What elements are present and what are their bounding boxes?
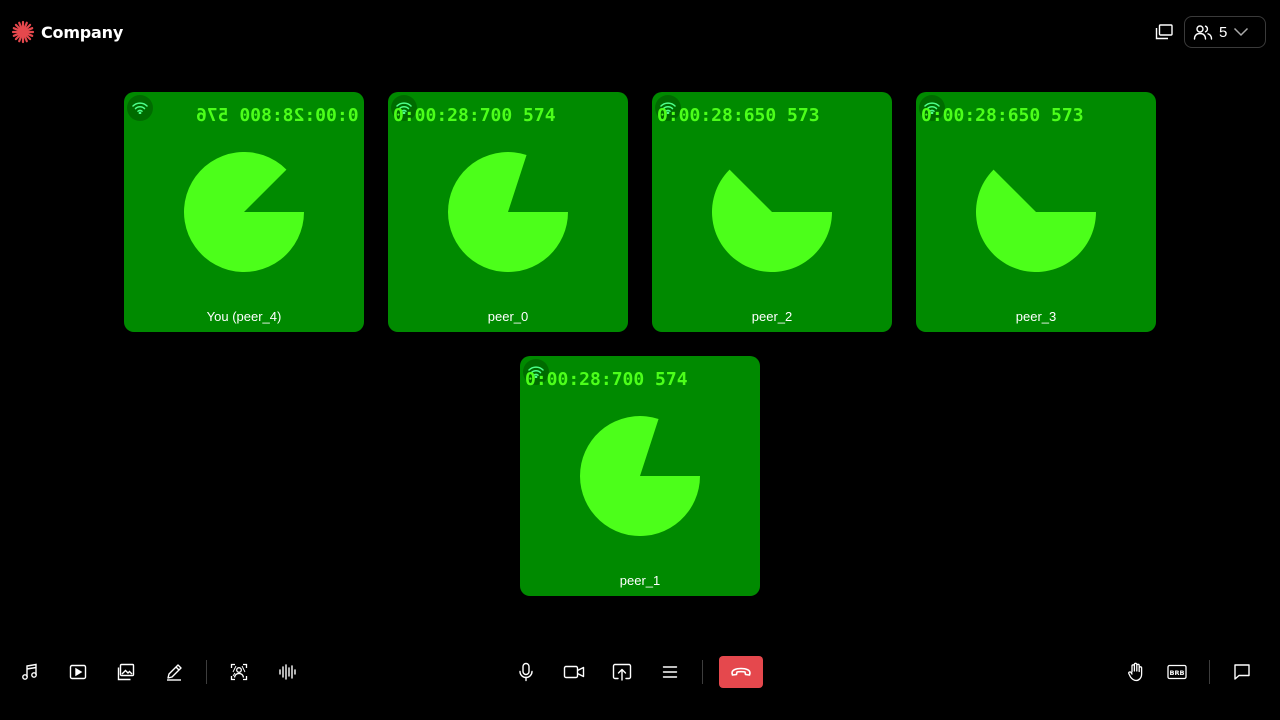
image-gallery-icon <box>117 663 135 681</box>
leave-call-button[interactable] <box>719 656 763 688</box>
video-timestamp: 0:00:28:650 573 <box>657 105 820 126</box>
camera-icon <box>563 665 585 679</box>
video-tile-peer-3[interactable]: 0:00:28:650 573 peer_3 <box>916 92 1156 332</box>
video-timestamp: 0:00:28:700 574 <box>393 105 556 126</box>
chevron-down-icon <box>1234 27 1249 37</box>
video-timestamp: 0:00:28:700 574 <box>525 369 688 390</box>
sunburst-logo-icon <box>11 20 35 44</box>
layout-toggle-icon <box>1155 24 1173 40</box>
music-button[interactable] <box>18 660 42 684</box>
virtual-background-button[interactable] <box>227 660 251 684</box>
pencil-icon <box>167 664 182 681</box>
brand: Company <box>11 20 123 44</box>
leave-call-icon <box>731 667 751 676</box>
video-tile-peer-0[interactable]: 0:00:28:700 574 peer_0 <box>388 92 628 332</box>
menu-icon <box>662 666 678 678</box>
video-tile-peer-1[interactable]: 0:00:28:700 574 peer_1 <box>520 356 760 596</box>
participants-button[interactable]: 5 <box>1184 16 1266 48</box>
chat-icon <box>1234 664 1250 680</box>
more-options-button[interactable] <box>658 660 682 684</box>
users-icon <box>1193 25 1213 40</box>
pie-clock-graphic <box>712 169 832 272</box>
video-timestamp: 0:00:28:650 573 <box>921 105 1084 126</box>
screen-share-icon <box>612 663 632 681</box>
toolbar-divider <box>702 660 703 684</box>
virtual-background-icon <box>230 663 248 681</box>
participant-name: You (peer_4) <box>206 309 282 324</box>
pie-clock-graphic <box>448 152 568 272</box>
participant-name: peer_1 <box>619 573 661 588</box>
whiteboard-button[interactable] <box>162 660 186 684</box>
wifi-icon <box>132 102 148 114</box>
video-tile-peer-2[interactable]: 0:00:28:650 573 peer_2 <box>652 92 892 332</box>
video-timestamp: 0:00:28:800 576 <box>196 105 359 126</box>
video-tile-self[interactable]: 0:00:28:800 576 You (peer_4) <box>124 92 364 332</box>
microphone-icon <box>519 662 533 682</box>
audio-waveform-icon <box>279 664 296 680</box>
brb-icon: BRB <box>1167 664 1187 680</box>
call-controls-bar: BRB <box>0 652 1280 692</box>
microphone-button[interactable] <box>514 660 538 684</box>
music-note-icon <box>22 663 37 680</box>
noise-suppression-button[interactable] <box>275 660 299 684</box>
share-video-button[interactable] <box>66 660 90 684</box>
image-gallery-button[interactable] <box>114 660 138 684</box>
top-bar: Company 5 <box>0 0 1280 64</box>
raise-hand-button[interactable] <box>1124 660 1148 684</box>
participant-count: 5 <box>1219 23 1228 41</box>
participant-name: peer_2 <box>751 309 793 324</box>
participant-name: peer_3 <box>1015 309 1057 324</box>
toolbar-divider <box>1209 660 1210 684</box>
pie-clock-graphic <box>184 152 304 272</box>
network-quality-indicator <box>127 95 153 121</box>
brb-label: BRB <box>1170 669 1185 677</box>
play-video-icon <box>69 664 87 680</box>
chat-button[interactable] <box>1230 660 1254 684</box>
screen-share-button[interactable] <box>610 660 634 684</box>
brb-button[interactable]: BRB <box>1165 660 1189 684</box>
toolbar-divider <box>206 660 207 684</box>
participant-name: peer_0 <box>487 309 529 324</box>
layout-toggle-button[interactable] <box>1153 22 1175 42</box>
raise-hand-icon <box>1128 662 1143 682</box>
pie-clock-graphic <box>976 169 1096 272</box>
brand-name: Company <box>41 22 124 42</box>
camera-button[interactable] <box>562 660 586 684</box>
pie-clock-graphic <box>580 416 700 536</box>
